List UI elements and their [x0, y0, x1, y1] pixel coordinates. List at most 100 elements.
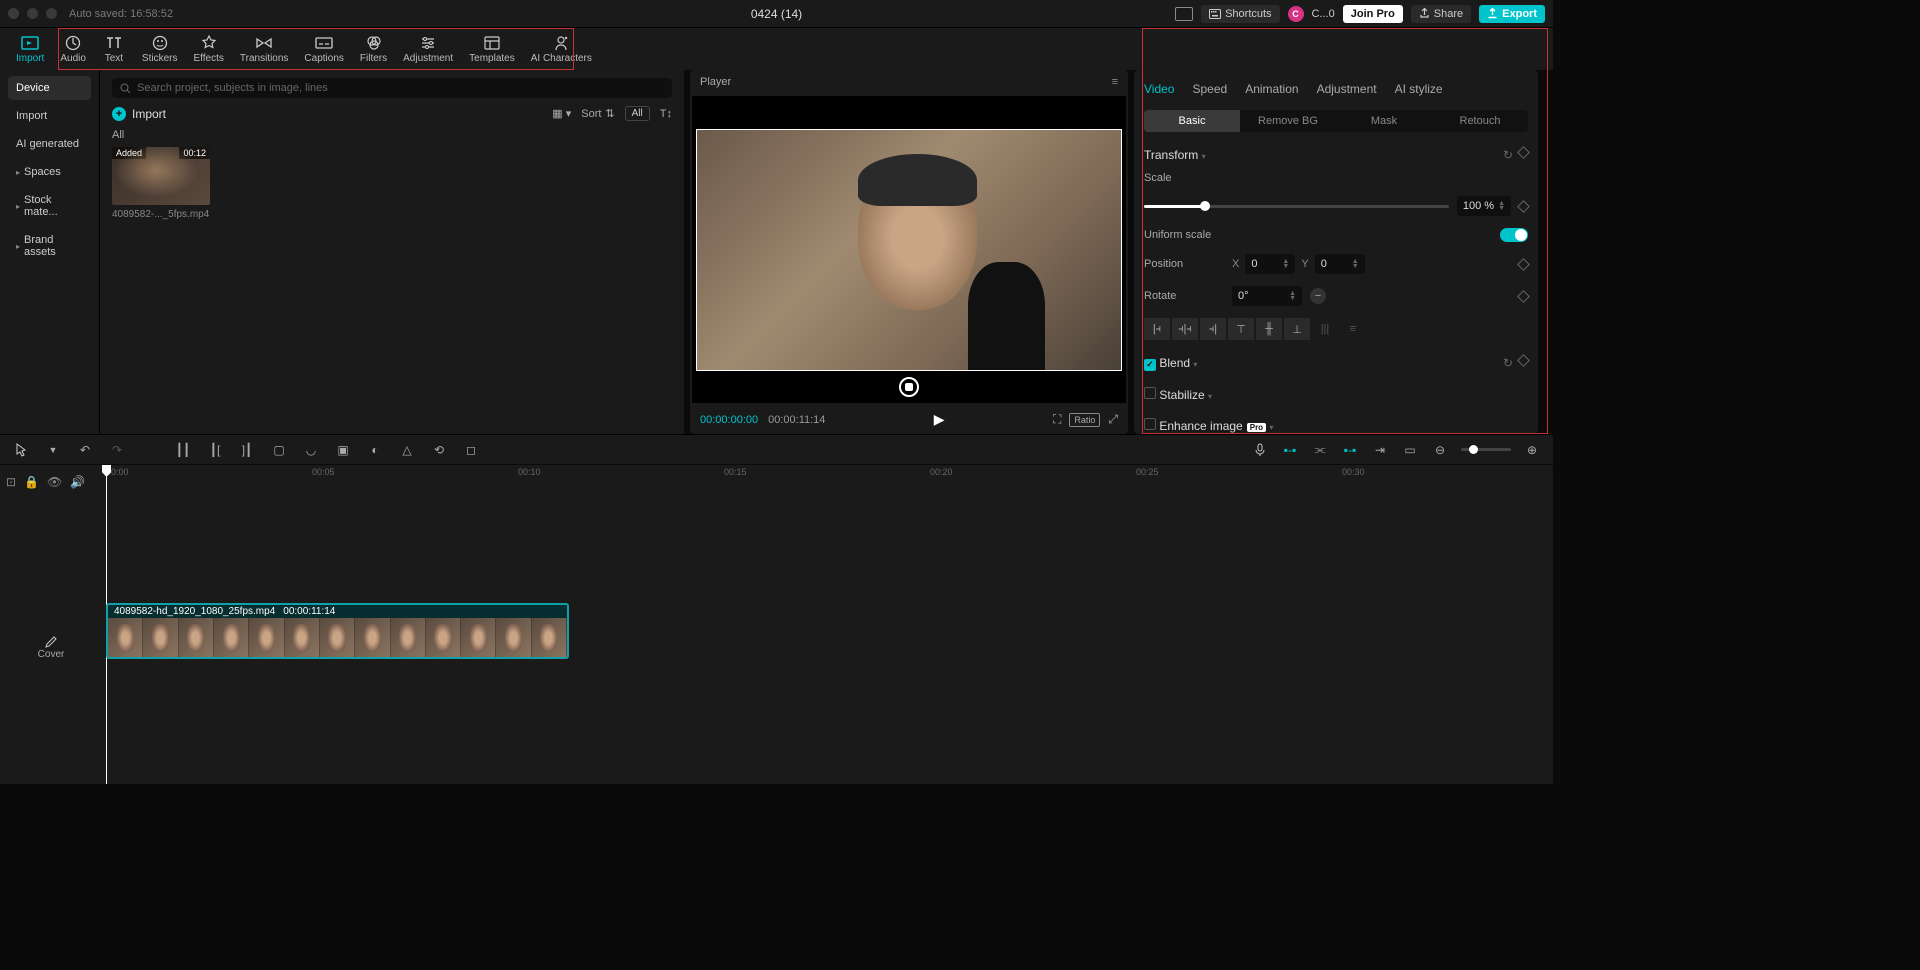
chevron-down-icon[interactable]: ▼	[44, 441, 62, 459]
preview-icon[interactable]: ▭	[1401, 441, 1419, 459]
tab-animation[interactable]: Animation	[1245, 78, 1298, 100]
keyframe-icon[interactable]	[1517, 146, 1530, 159]
redo-icon[interactable]: ↷	[108, 441, 126, 459]
tool-captions[interactable]: Captions	[296, 32, 351, 66]
speaker-icon[interactable]: 🔊	[70, 475, 85, 489]
position-x-input[interactable]: 0▲▼	[1245, 254, 1295, 274]
sidebar-item-spaces[interactable]: Spaces	[8, 160, 91, 184]
zoom-in-icon[interactable]: ⊕	[1523, 441, 1541, 459]
enhance-title[interactable]: Enhance imagePro ▾	[1144, 418, 1273, 433]
blend-title[interactable]: Blend ▾	[1144, 356, 1197, 371]
fullscreen-icon[interactable]: ⤢	[1108, 412, 1118, 427]
rotate-flip-button[interactable]: −	[1310, 288, 1326, 304]
trim-left-icon[interactable]: ┃[	[206, 441, 224, 459]
pointer-icon[interactable]	[12, 441, 30, 459]
scale-input[interactable]: 100 %▲▼	[1457, 196, 1511, 216]
cover-button[interactable]: Cover	[6, 635, 96, 660]
align-center-h-icon[interactable]: ⫞|⫞	[1172, 318, 1198, 340]
eye-icon[interactable]: 👁	[47, 475, 62, 489]
distribute-v-icon[interactable]: ≡	[1340, 318, 1366, 340]
duplicate-icon[interactable]: ▣	[334, 441, 352, 459]
all-filter-button[interactable]: All	[625, 106, 650, 121]
link-icon[interactable]: ⫘	[1311, 441, 1329, 459]
trim-right-icon[interactable]: ]┃	[238, 441, 256, 459]
distribute-h-icon[interactable]: |||	[1312, 318, 1338, 340]
align-bottom-icon[interactable]: ⊥	[1284, 318, 1310, 340]
subtab-removebg[interactable]: Remove BG	[1240, 110, 1336, 132]
blend-checkbox-icon[interactable]	[1144, 359, 1156, 371]
search-input[interactable]: Search project, subjects in image, lines	[112, 78, 672, 98]
split-icon[interactable]: ┃┃	[174, 441, 192, 459]
sidebar-item-device[interactable]: Device	[8, 76, 91, 100]
position-y-input[interactable]: 0▲▼	[1315, 254, 1365, 274]
crop-icon[interactable]: ◻	[462, 441, 480, 459]
stepper-icon[interactable]: ▲▼	[1498, 201, 1505, 211]
rotate-keyframe-icon[interactable]	[1517, 290, 1530, 303]
tool-audio[interactable]: Audio	[52, 32, 94, 66]
snap-icon[interactable]: ▪-▪	[1341, 441, 1359, 459]
scale-slider[interactable]	[1144, 205, 1449, 208]
align-center-v-icon[interactable]: ╫	[1256, 318, 1282, 340]
timeline-clip[interactable]: 4089582-hd_1920_1080_25fps.mp4 00:00:11:…	[106, 603, 569, 659]
timeline-tracks[interactable]: 00:00 00:05 00:10 00:15 00:20 00:25 00:3…	[102, 465, 1553, 784]
rotate-input[interactable]: 0°▲▼	[1232, 286, 1302, 306]
player-viewport[interactable]	[692, 96, 1126, 403]
mic-icon[interactable]	[1251, 441, 1269, 459]
uniform-scale-toggle[interactable]	[1500, 228, 1528, 242]
view-grid-icon[interactable]: ▦ ▾	[552, 107, 571, 120]
tool-transitions[interactable]: Transitions	[232, 32, 297, 66]
rotate-icon[interactable]: ⟲	[430, 441, 448, 459]
position-keyframe-icon[interactable]	[1517, 258, 1530, 271]
timeline-ruler[interactable]: 00:00 00:05 00:10 00:15 00:20 00:25 00:3…	[102, 465, 1553, 485]
shortcuts-button[interactable]: Shortcuts	[1201, 5, 1279, 23]
tab-speed[interactable]: Speed	[1192, 78, 1227, 100]
subtab-retouch[interactable]: Retouch	[1432, 110, 1528, 132]
tool-filters[interactable]: Filters	[352, 32, 395, 66]
tool-effects[interactable]: Effects	[185, 32, 231, 66]
sidebar-item-import[interactable]: Import	[8, 104, 91, 128]
tool-text[interactable]: Text	[94, 32, 134, 66]
tab-video[interactable]: Video	[1144, 78, 1174, 100]
minimize-icon[interactable]	[27, 8, 38, 19]
blend-keyframe-icon[interactable]	[1517, 354, 1530, 367]
play-button[interactable]: ▶	[934, 411, 945, 428]
magnet-icon[interactable]: ▪-▪	[1281, 441, 1299, 459]
maximize-icon[interactable]	[46, 8, 57, 19]
sort-button[interactable]: Sort ⇅	[581, 107, 614, 120]
track-align-icon[interactable]: ⇥	[1371, 441, 1389, 459]
layout-icon[interactable]	[1175, 7, 1193, 21]
export-button[interactable]: Export	[1479, 5, 1545, 23]
subtab-basic[interactable]: Basic	[1144, 110, 1240, 132]
tool-adjustment[interactable]: Adjustment	[395, 32, 461, 66]
media-clip[interactable]: Added 00:12 4089582-..._5fps.mp4	[112, 147, 210, 220]
scan-icon[interactable]: ⛶	[1053, 412, 1061, 427]
align-right-icon[interactable]: ⫞|	[1200, 318, 1226, 340]
tool-templates[interactable]: Templates	[461, 32, 523, 66]
track-toggle-icon[interactable]: ⊡	[6, 475, 16, 489]
mirror-icon[interactable]: △	[398, 441, 416, 459]
text-filter-icon[interactable]: T↕	[660, 108, 672, 120]
player-menu-icon[interactable]: ≡	[1112, 76, 1118, 88]
delete-icon[interactable]: ▢	[270, 441, 288, 459]
sidebar-item-stock[interactable]: Stock mate...	[8, 188, 91, 224]
zoom-out-icon[interactable]: ⊖	[1431, 441, 1449, 459]
reverse-icon[interactable]: ◐	[366, 441, 384, 459]
join-pro-button[interactable]: Join Pro	[1343, 5, 1403, 23]
subtab-mask[interactable]: Mask	[1336, 110, 1432, 132]
tool-stickers[interactable]: Stickers	[134, 32, 186, 66]
stabilize-checkbox-icon[interactable]	[1144, 387, 1156, 399]
enhance-checkbox-icon[interactable]	[1144, 418, 1156, 430]
tab-adjustment[interactable]: Adjustment	[1317, 78, 1377, 100]
marker-icon[interactable]: ◡	[302, 441, 320, 459]
tab-aistylize[interactable]: AI stylize	[1395, 78, 1443, 100]
share-button[interactable]: Share	[1411, 5, 1471, 23]
user-avatar-icon[interactable]: C	[1288, 6, 1304, 22]
scale-keyframe-icon[interactable]	[1517, 200, 1530, 213]
sidebar-item-aigenerated[interactable]: AI generated	[8, 132, 91, 156]
reset-icon[interactable]: ↻	[1503, 148, 1513, 162]
zoom-slider[interactable]	[1461, 448, 1511, 451]
close-icon[interactable]	[8, 8, 19, 19]
blend-reset-icon[interactable]: ↻	[1503, 356, 1513, 370]
lock-icon[interactable]: 🔒	[24, 475, 39, 489]
sidebar-item-brand[interactable]: Brand assets	[8, 228, 91, 264]
